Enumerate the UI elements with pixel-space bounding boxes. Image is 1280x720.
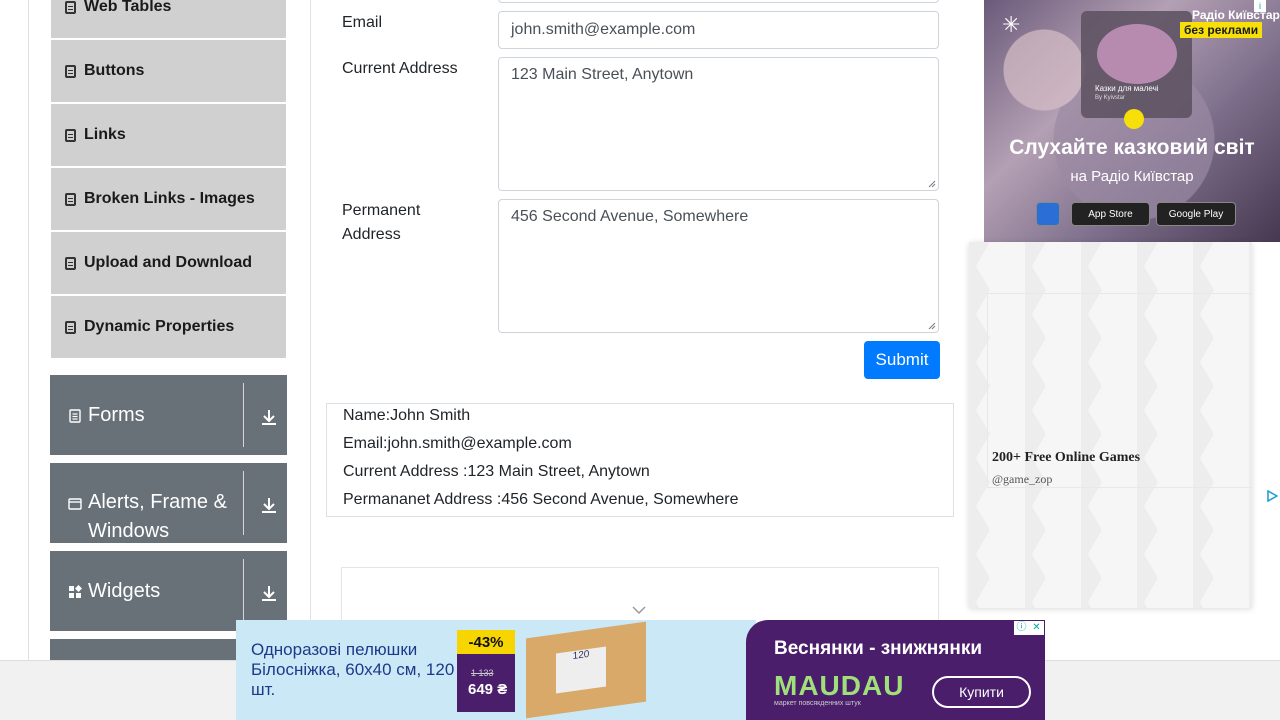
sidebar-item-label: Upload and Download xyxy=(84,254,252,271)
output-current-address: Current Address :123 Main Street, Anytow… xyxy=(343,463,650,480)
adchoices-icon[interactable] xyxy=(1266,490,1278,502)
pause-icon xyxy=(1124,109,1144,129)
ad-headline: Слухайте казковий світ xyxy=(1009,136,1255,159)
ad-brand-badge: без реклами xyxy=(1180,22,1263,38)
sidebar-item-buttons[interactable]: Buttons xyxy=(51,40,286,102)
sidebar-group-widgets[interactable]: Widgets xyxy=(50,551,287,631)
sidebar-item-label: Links xyxy=(84,126,126,143)
download-arrow-icon[interactable] xyxy=(260,496,278,514)
maudau-ad[interactable]: Одноразові пелюшки Білосніжка, 60х40 см,… xyxy=(236,620,1045,720)
ad-headline: Веснянки - знижнянки xyxy=(774,638,983,659)
kyivstar-logo-icon: ✳ xyxy=(1002,12,1021,37)
html-icon xyxy=(65,320,76,334)
sidebar-group-label: Forms xyxy=(88,404,145,426)
maudau-logo: MAUDAU xyxy=(774,670,905,701)
current-address-textarea[interactable]: 123 Main Street, Anytown xyxy=(498,57,939,191)
kyivstar-app-icon xyxy=(1036,202,1060,226)
sidebar-item-links[interactable]: Links xyxy=(51,104,286,166)
permanent-address-label: Permanent Address xyxy=(342,202,421,243)
download-arrow-icon[interactable] xyxy=(260,584,278,602)
html-icon xyxy=(65,0,76,14)
window-icon xyxy=(68,498,82,510)
widgets-icon xyxy=(69,585,82,598)
games-ad-title: 200+ Free Online Games xyxy=(992,450,1141,465)
html-icon xyxy=(65,256,76,270)
email-field[interactable]: john.smith@example.com xyxy=(498,11,939,49)
chevron-down-icon[interactable] xyxy=(631,604,647,616)
app-store-badge[interactable]: App Store xyxy=(1071,202,1150,226)
full-name-field[interactable] xyxy=(498,0,939,3)
html-icon xyxy=(65,64,76,78)
output-email: Email:john.smith@example.com xyxy=(343,435,572,452)
output-permanent-address: Permananet Address :456 Second Avenue, S… xyxy=(343,491,739,508)
ad-card-title: Казки для малечі xyxy=(1095,84,1159,93)
output-name: Name:John Smith xyxy=(343,407,471,424)
sidebar-item-upload-download[interactable]: Upload and Download xyxy=(51,232,286,294)
html-icon xyxy=(65,128,76,142)
output-box: Name:John Smith Email:john.smith@example… xyxy=(326,403,954,517)
games-ad-handle: @game_zop xyxy=(992,472,1053,486)
buy-button[interactable]: Купити xyxy=(932,676,1031,708)
content-divider xyxy=(310,0,311,660)
kyivstar-ad[interactable]: ✳ Казки для малечі By Kyivstar Радіо Киї… xyxy=(984,0,1280,242)
resize-grip-icon[interactable] xyxy=(928,180,936,188)
google-play-badge[interactable]: Google Play xyxy=(1156,202,1236,226)
ad-price-box: 1 133 649 ₴ xyxy=(457,654,515,712)
group-divider xyxy=(243,471,244,535)
sidebar-group-alerts[interactable]: Alerts, Frame & Windows xyxy=(50,463,287,543)
ad-info-icon[interactable]: i xyxy=(1254,0,1266,12)
sidebar-item-label: Web Tables xyxy=(84,0,172,15)
download-arrow-icon[interactable] xyxy=(260,408,278,426)
current-address-label: Current Address xyxy=(342,60,458,77)
email-label: Email xyxy=(342,14,383,31)
sidebar-item-broken-links[interactable]: Broken Links - Images xyxy=(51,168,286,230)
permanent-address-value: 456 Second Avenue, Somewhere xyxy=(511,208,749,225)
ad-tagline: маркет повсякденних штук xyxy=(774,700,861,707)
ad-card-sub: By Kyivstar xyxy=(1095,95,1126,101)
ad-new-price: 649 ₴ xyxy=(468,681,508,698)
ad-controls: ⓘ ✕ xyxy=(1014,621,1044,635)
sidebar-item-dynamic-properties[interactable]: Dynamic Properties xyxy=(51,296,286,358)
ad-album-art xyxy=(1097,24,1177,84)
sidebar-group-label: Widgets xyxy=(88,580,161,602)
left-divider xyxy=(28,0,29,660)
ad-info-icon[interactable]: ⓘ xyxy=(1014,621,1029,635)
html-icon xyxy=(65,192,76,206)
ad-subline: на Радіо Київстар xyxy=(1070,168,1194,185)
sidebar-item-label: Broken Links - Images xyxy=(84,190,255,207)
games-ad[interactable]: 200+ Free Online Games @game_zop xyxy=(969,242,1252,608)
close-icon[interactable]: ✕ xyxy=(1029,621,1044,635)
sidebar-item-web-tables[interactable]: Web Tables xyxy=(51,0,286,38)
ad-discount: -43% xyxy=(457,630,515,654)
document-icon xyxy=(69,409,81,423)
group-divider xyxy=(243,383,244,447)
submit-button[interactable]: Submit xyxy=(864,341,940,379)
sidebar-group-label: Alerts, Frame & Windows xyxy=(88,491,227,542)
ad-brand: Радіо Київстар xyxy=(1192,8,1280,22)
current-address-value: 123 Main Street, Anytown xyxy=(511,66,694,83)
ad-box-label: 120 xyxy=(556,646,606,694)
resize-grip-icon[interactable] xyxy=(928,322,936,330)
sidebar-item-label: Dynamic Properties xyxy=(84,318,235,335)
permanent-address-textarea[interactable]: 456 Second Avenue, Somewhere xyxy=(498,199,939,333)
sidebar-item-label: Buttons xyxy=(84,62,145,79)
sidebar-group-forms[interactable]: Forms xyxy=(50,375,287,455)
ad-old-price: 1 133 xyxy=(471,668,494,678)
group-divider xyxy=(243,559,244,623)
page: Web Tables Buttons Links Broken Links - … xyxy=(0,0,1280,720)
ad-product-name: Одноразові пелюшки Білосніжка, 60х40 см,… xyxy=(251,640,455,699)
